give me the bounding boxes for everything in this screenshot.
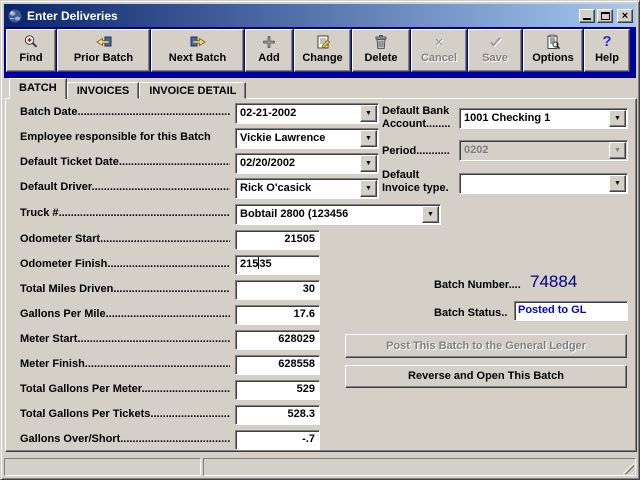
truck-value: Bobtail 2800 (123456 xyxy=(236,205,421,224)
bank-account-combo[interactable]: 1001 Checking 1 xyxy=(459,108,628,129)
employee-value: Vickie Lawrence xyxy=(236,129,359,148)
batch-status-field[interactable]: Posted to GL xyxy=(514,301,628,321)
cancel-button: Cancel xyxy=(411,29,467,72)
gallons-per-mile-field[interactable]: 17.6 xyxy=(235,305,320,325)
tab-strip: BATCH INVOICES INVOICE DETAIL xyxy=(9,78,246,99)
total-miles-field[interactable]: 30 xyxy=(235,280,320,300)
dropdown-arrow-icon[interactable] xyxy=(360,180,377,197)
trash-icon xyxy=(373,33,389,50)
ticket-date-combo[interactable]: 02/20/2002 xyxy=(235,153,379,174)
truck-label: Truck #.................................… xyxy=(20,207,230,219)
post-batch-button: Post This Batch to the General Ledger xyxy=(345,334,627,358)
bank-account-value: 1001 Checking 1 xyxy=(460,109,608,128)
window-title: Enter Deliveries xyxy=(27,9,577,23)
close-button[interactable]: × xyxy=(617,9,633,23)
dropdown-arrow-icon[interactable] xyxy=(360,155,377,172)
dropdown-arrow-icon[interactable] xyxy=(609,175,626,192)
minimize-icon xyxy=(583,18,591,20)
total-gallons-tickets-field[interactable]: 528.3 xyxy=(235,405,320,425)
odometer-finish-value-before-caret: 215 xyxy=(240,258,258,270)
total-miles-label: Total Miles Driven......................… xyxy=(20,283,230,295)
driver-combo[interactable]: Rick O'casick xyxy=(235,178,379,199)
plus-icon xyxy=(262,33,276,50)
hand-pointing-left-icon xyxy=(96,33,112,50)
odometer-finish-value-after-caret: 35 xyxy=(259,258,271,270)
batch-date-label: Batch Date..............................… xyxy=(20,106,230,118)
tab-batch[interactable]: BATCH xyxy=(9,78,67,99)
tab-invoice-detail[interactable]: INVOICE DETAIL xyxy=(139,82,246,99)
batch-date-combo[interactable]: 02-21-2002 xyxy=(235,103,379,124)
question-mark-icon: ? xyxy=(602,33,611,50)
meter-start-field[interactable]: 628029 xyxy=(235,330,320,350)
find-button[interactable]: Find xyxy=(6,29,56,72)
period-value: 0202 xyxy=(460,141,608,160)
resize-grip[interactable] xyxy=(622,462,634,474)
employee-combo[interactable]: Vickie Lawrence xyxy=(235,128,379,149)
meter-start-label: Meter Start.............................… xyxy=(20,333,230,345)
period-combo: 0202 xyxy=(459,140,628,161)
invoice-type-value xyxy=(460,174,608,193)
hand-pointing-right-icon xyxy=(190,33,206,50)
batch-status-label: Batch Status.. xyxy=(434,307,516,320)
dropdown-arrow-icon[interactable] xyxy=(360,105,377,122)
gallons-per-mile-label: Gallons Per Mile........................… xyxy=(20,308,230,320)
minimize-button[interactable] xyxy=(579,9,595,23)
save-button: Save xyxy=(468,29,522,72)
help-button[interactable]: ? Help xyxy=(584,29,630,72)
odometer-start-field[interactable]: 21505 xyxy=(235,230,320,250)
driver-value: Rick O'casick xyxy=(236,179,359,198)
dropdown-arrow-icon[interactable] xyxy=(360,130,377,147)
total-gallons-tickets-label: Total Gallons Per Tickets...............… xyxy=(20,408,230,420)
options-button[interactable]: Options xyxy=(523,29,583,72)
prior-batch-button[interactable]: Prior Batch xyxy=(57,29,150,72)
batch-number-value: 74884 xyxy=(530,272,577,292)
delete-button[interactable]: Delete xyxy=(352,29,410,72)
title-bar[interactable]: Enter Deliveries × xyxy=(4,4,636,27)
ticket-date-label: Default Ticket Date.....................… xyxy=(20,156,230,168)
odometer-start-label: Odometer Start..........................… xyxy=(20,233,230,245)
employee-label: Employee responsible for this Batch xyxy=(20,131,230,143)
change-button[interactable]: Change xyxy=(294,29,351,72)
next-batch-button[interactable]: Next Batch xyxy=(151,29,244,72)
status-bar xyxy=(4,458,636,476)
gallons-over-short-label: Gallons Over/Short......................… xyxy=(20,433,230,445)
odometer-finish-label: Odometer Finish.........................… xyxy=(20,258,230,270)
add-button[interactable]: Add xyxy=(245,29,293,72)
batch-date-value: 02-21-2002 xyxy=(236,104,359,123)
status-panel-right xyxy=(203,458,636,476)
invoice-type-label: Default Invoice type. xyxy=(382,169,460,195)
list-magnifier-icon xyxy=(545,33,561,50)
maximize-button[interactable] xyxy=(597,9,613,23)
period-label: Period........... xyxy=(382,145,458,158)
truck-combo[interactable]: Bobtail 2800 (123456 xyxy=(235,204,441,225)
app-globe-icon xyxy=(7,8,23,24)
tab-invoices[interactable]: INVOICES xyxy=(67,82,140,99)
bank-account-label: Default Bank Account........ xyxy=(382,105,460,131)
invoice-type-combo[interactable] xyxy=(459,173,628,194)
status-panel-left xyxy=(4,458,201,476)
gallons-over-short-field[interactable]: -.7 xyxy=(235,430,320,450)
total-gallons-meter-field[interactable]: 529 xyxy=(235,380,320,400)
dropdown-arrow-icon xyxy=(609,142,626,159)
ticket-date-value: 02/20/2002 xyxy=(236,154,359,173)
document-pencil-icon xyxy=(315,33,331,50)
driver-label: Default Driver..........................… xyxy=(20,181,230,193)
reverse-open-batch-button[interactable]: Reverse and Open This Batch xyxy=(345,365,627,388)
enter-deliveries-window: Enter Deliveries × Find Prior Bat xyxy=(0,0,640,480)
dropdown-arrow-icon[interactable] xyxy=(422,206,439,223)
toolbar: Find Prior Batch Next Batch xyxy=(4,27,636,78)
batch-number-label: Batch Number.... xyxy=(434,279,534,292)
total-gallons-meter-label: Total Gallons Per Meter.................… xyxy=(20,383,230,395)
close-icon: × xyxy=(622,11,628,21)
find-icon xyxy=(23,33,39,50)
odometer-finish-field[interactable]: 21535 xyxy=(235,255,320,275)
x-icon xyxy=(432,33,446,50)
meter-finish-label: Meter Finish............................… xyxy=(20,358,230,370)
maximize-icon xyxy=(601,12,610,20)
meter-finish-field[interactable]: 628558 xyxy=(235,355,320,375)
dropdown-arrow-icon[interactable] xyxy=(609,110,626,127)
batch-tab-page: Batch Date..............................… xyxy=(5,98,637,452)
checkmark-icon xyxy=(488,33,503,50)
